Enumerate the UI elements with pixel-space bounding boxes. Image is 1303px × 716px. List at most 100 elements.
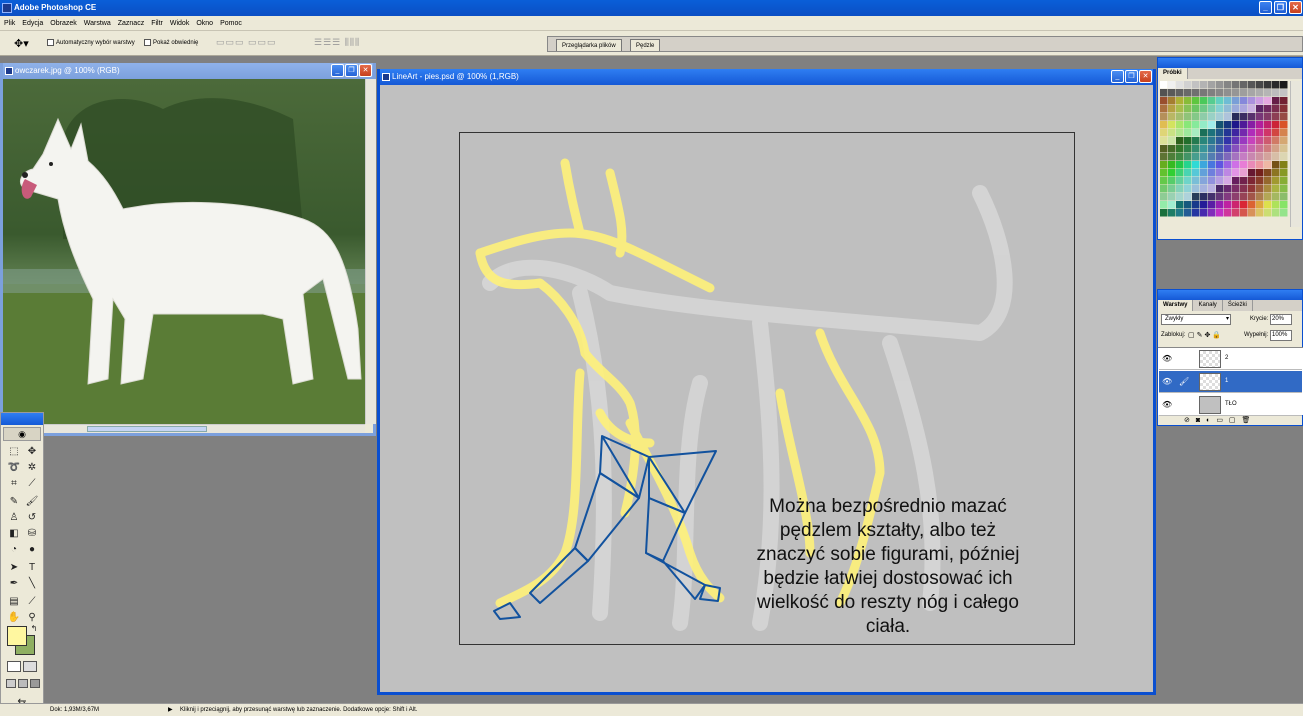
swatch-cell[interactable] — [1256, 105, 1264, 113]
swatch-cell[interactable] — [1184, 105, 1192, 113]
quick-mask-icon[interactable] — [23, 661, 37, 672]
swatch-cell[interactable] — [1256, 113, 1264, 121]
notes-icon[interactable]: ▤ — [7, 595, 21, 609]
tab-channels[interactable]: Kanały — [1193, 300, 1223, 311]
swatch-cell[interactable] — [1160, 137, 1168, 145]
swatch-cell[interactable] — [1200, 137, 1208, 145]
layer-row-1[interactable]: 👁 🖌 1 — [1159, 371, 1302, 393]
path-select-icon[interactable]: ➤ — [7, 561, 21, 575]
swatch-cell[interactable] — [1208, 161, 1216, 169]
swatch-cell[interactable] — [1216, 145, 1224, 153]
swatch-cell[interactable] — [1280, 89, 1288, 97]
swatch-cell[interactable] — [1224, 105, 1232, 113]
swatch-cell[interactable] — [1216, 201, 1224, 209]
swatch-cell[interactable] — [1280, 81, 1288, 89]
swatch-cell[interactable] — [1240, 169, 1248, 177]
swatch-cell[interactable] — [1256, 169, 1264, 177]
swatch-cell[interactable] — [1232, 113, 1240, 121]
slice-icon[interactable]: ⟋ — [25, 477, 39, 491]
swatch-cell[interactable] — [1216, 121, 1224, 129]
swatch-cell[interactable] — [1224, 121, 1232, 129]
swatch-cell[interactable] — [1192, 113, 1200, 121]
eye-icon[interactable]: 👁 — [1162, 354, 1172, 363]
screen-mode-2-icon[interactable] — [18, 679, 28, 688]
swatch-cell[interactable] — [1168, 161, 1176, 169]
lasso-icon[interactable]: ➰ — [7, 461, 21, 475]
swatch-cell[interactable] — [1168, 153, 1176, 161]
lineart-document-window[interactable]: LineArt - pies.psd @ 100% (1,RGB) _ ❐ ✕ — [377, 69, 1156, 695]
swatch-cell[interactable] — [1160, 81, 1168, 89]
swatch-cell[interactable] — [1224, 153, 1232, 161]
swatch-cell[interactable] — [1168, 177, 1176, 185]
swatch-cell[interactable] — [1160, 169, 1168, 177]
swatch-cell[interactable] — [1168, 113, 1176, 121]
opacity-input[interactable]: 20% — [1270, 314, 1292, 325]
swatch-cell[interactable] — [1248, 193, 1256, 201]
crop-icon[interactable]: ⌗ — [7, 477, 21, 491]
swatch-cell[interactable] — [1192, 121, 1200, 129]
swatch-cell[interactable] — [1168, 193, 1176, 201]
swatch-cell[interactable] — [1168, 89, 1176, 97]
swatch-cell[interactable] — [1200, 169, 1208, 177]
swatch-cell[interactable] — [1248, 161, 1256, 169]
swatch-cell[interactable] — [1192, 185, 1200, 193]
swatch-cell[interactable] — [1176, 201, 1184, 209]
swatch-cell[interactable] — [1248, 97, 1256, 105]
menu-pomoc[interactable]: Pomoc — [220, 20, 242, 27]
move-tool-icon[interactable]: ✥▾ — [14, 37, 29, 50]
swatch-cell[interactable] — [1160, 113, 1168, 121]
swatch-cell[interactable] — [1176, 209, 1184, 217]
swatch-cell[interactable] — [1272, 121, 1280, 129]
swatch-cell[interactable] — [1208, 201, 1216, 209]
swatch-cell[interactable] — [1176, 177, 1184, 185]
swatch-cell[interactable] — [1256, 161, 1264, 169]
swatch-cell[interactable] — [1232, 209, 1240, 217]
swatch-cell[interactable] — [1216, 209, 1224, 217]
swatch-cell[interactable] — [1224, 193, 1232, 201]
history-brush-icon[interactable]: ↺ — [25, 511, 39, 525]
swatch-cell[interactable] — [1224, 161, 1232, 169]
swatch-cell[interactable] — [1200, 185, 1208, 193]
swatch-cell[interactable] — [1184, 201, 1192, 209]
swatch-cell[interactable] — [1216, 137, 1224, 145]
swatch-cell[interactable] — [1160, 185, 1168, 193]
swatch-cell[interactable] — [1264, 153, 1272, 161]
swatch-cell[interactable] — [1200, 97, 1208, 105]
pen-icon[interactable]: ✒ — [7, 577, 21, 591]
swatch-cell[interactable] — [1200, 105, 1208, 113]
magic-wand-icon[interactable]: ✲ — [25, 461, 39, 475]
swatch-cell[interactable] — [1168, 137, 1176, 145]
tab-paths[interactable]: Ścieżki — [1223, 300, 1253, 311]
swatch-cell[interactable] — [1248, 81, 1256, 89]
swatch-cell[interactable] — [1184, 153, 1192, 161]
swatch-cell[interactable] — [1216, 105, 1224, 113]
swatch-cell[interactable] — [1208, 209, 1216, 217]
swatch-cell[interactable] — [1224, 201, 1232, 209]
swatch-cell[interactable] — [1256, 193, 1264, 201]
photo-vertical-scrollbar[interactable] — [365, 79, 376, 424]
swatch-cell[interactable] — [1248, 209, 1256, 217]
swatch-cell[interactable] — [1240, 161, 1248, 169]
swatch-cell[interactable] — [1184, 97, 1192, 105]
swatch-cell[interactable] — [1232, 185, 1240, 193]
swatch-cell[interactable] — [1160, 121, 1168, 129]
swatch-cell[interactable] — [1272, 161, 1280, 169]
lineart-window-title-bar[interactable]: LineArt - pies.psd @ 100% (1,RGB) _ ❐ ✕ — [380, 69, 1153, 85]
swatch-cell[interactable] — [1184, 209, 1192, 217]
minimize-icon[interactable]: _ — [1259, 1, 1272, 14]
swatch-cell[interactable] — [1184, 185, 1192, 193]
swatch-cell[interactable] — [1208, 97, 1216, 105]
swatch-cell[interactable] — [1176, 105, 1184, 113]
minimize-icon[interactable]: _ — [331, 64, 344, 77]
blur-icon[interactable]: ◔ — [7, 543, 21, 557]
swatch-cell[interactable] — [1216, 177, 1224, 185]
swatch-cell[interactable] — [1176, 97, 1184, 105]
swatch-cell[interactable] — [1232, 97, 1240, 105]
swatch-cell[interactable] — [1240, 113, 1248, 121]
swatch-cell[interactable] — [1200, 81, 1208, 89]
swatch-cell[interactable] — [1160, 161, 1168, 169]
screen-mode-3-icon[interactable] — [30, 679, 40, 688]
swatch-cell[interactable] — [1256, 89, 1264, 97]
swatch-cell[interactable] — [1232, 161, 1240, 169]
swatch-cell[interactable] — [1240, 81, 1248, 89]
